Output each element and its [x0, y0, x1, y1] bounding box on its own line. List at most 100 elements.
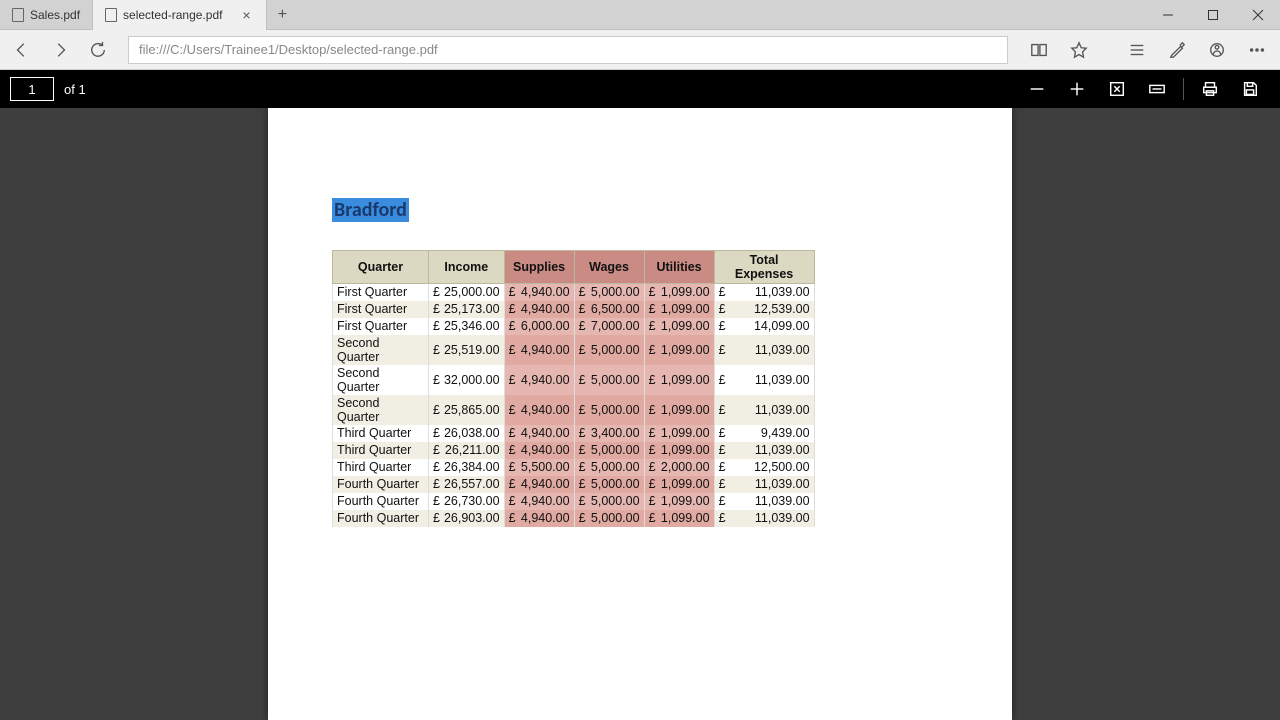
cell: £5,000.00 [574, 493, 644, 510]
cell: First Quarter [333, 318, 429, 335]
zoom-in-button[interactable] [1057, 70, 1097, 108]
cell: £1,099.00 [644, 365, 714, 395]
pdf-page: Bradford Quarter Income Supplies Wages U… [268, 108, 1012, 720]
cell: £26,038.00 [429, 425, 505, 442]
cell: £32,000.00 [429, 365, 505, 395]
cell: £1,099.00 [644, 493, 714, 510]
cell: Third Quarter [333, 425, 429, 442]
cell: £11,039.00 [714, 284, 814, 301]
table-row: Third Quarter£26,211.00£4,940.00£5,000.0… [333, 442, 815, 459]
th-quarter: Quarter [333, 251, 429, 284]
share-icon[interactable] [1200, 33, 1234, 67]
print-button[interactable] [1190, 70, 1230, 108]
cell: £26,211.00 [429, 442, 505, 459]
table-row: Fourth Quarter£26,730.00£4,940.00£5,000.… [333, 493, 815, 510]
cell: £5,500.00 [504, 459, 574, 476]
cell: Fourth Quarter [333, 476, 429, 493]
th-total: Total Expenses [714, 251, 814, 284]
cell: £11,039.00 [714, 493, 814, 510]
refresh-button[interactable] [82, 34, 114, 66]
cell: £6,500.00 [574, 301, 644, 318]
cell: Second Quarter [333, 365, 429, 395]
table-row: Third Quarter£26,384.00£5,500.00£5,000.0… [333, 459, 815, 476]
cell: £26,557.00 [429, 476, 505, 493]
cell: Third Quarter [333, 459, 429, 476]
close-window-button[interactable] [1235, 0, 1280, 30]
save-button[interactable] [1230, 70, 1270, 108]
table-row: Second Quarter£25,519.00£4,940.00£5,000.… [333, 335, 815, 365]
cell: Fourth Quarter [333, 510, 429, 527]
cell: £11,039.00 [714, 335, 814, 365]
cell: £4,940.00 [504, 493, 574, 510]
tab-label: Sales.pdf [30, 8, 80, 22]
more-icon[interactable] [1240, 33, 1274, 67]
cell: £4,940.00 [504, 284, 574, 301]
document-title: Bradford [332, 198, 409, 222]
th-wages: Wages [574, 251, 644, 284]
cell: £4,940.00 [504, 395, 574, 425]
cell: £26,384.00 [429, 459, 505, 476]
window-controls [1145, 0, 1280, 30]
reading-view-icon[interactable] [1022, 33, 1056, 67]
fit-page-button[interactable] [1097, 70, 1137, 108]
zoom-out-button[interactable] [1017, 70, 1057, 108]
page-number-input[interactable] [10, 77, 54, 101]
cell: £5,000.00 [574, 459, 644, 476]
cell: Fourth Quarter [333, 493, 429, 510]
table-row: Fourth Quarter£26,903.00£4,940.00£5,000.… [333, 510, 815, 527]
cell: First Quarter [333, 284, 429, 301]
tab-selected-range[interactable]: selected-range.pdf × [93, 0, 267, 30]
cell: £5,000.00 [574, 284, 644, 301]
cell: £4,940.00 [504, 335, 574, 365]
cell: £14,099.00 [714, 318, 814, 335]
cell: £3,400.00 [574, 425, 644, 442]
document-icon [12, 8, 24, 22]
favorite-icon[interactable] [1062, 33, 1096, 67]
back-button[interactable] [6, 34, 38, 66]
th-income: Income [429, 251, 505, 284]
cell: £5,000.00 [574, 395, 644, 425]
cell: £5,000.00 [574, 442, 644, 459]
url-input[interactable] [128, 36, 1008, 64]
cell: £11,039.00 [714, 510, 814, 527]
cell: £4,940.00 [504, 476, 574, 493]
cell: £1,099.00 [644, 318, 714, 335]
cell: £25,519.00 [429, 335, 505, 365]
cell: £9,439.00 [714, 425, 814, 442]
cell: £6,000.00 [504, 318, 574, 335]
cell: Third Quarter [333, 442, 429, 459]
minimize-button[interactable] [1145, 0, 1190, 30]
close-tab-icon[interactable]: × [238, 7, 254, 23]
cell: £25,000.00 [429, 284, 505, 301]
cell: £11,039.00 [714, 476, 814, 493]
cell: £1,099.00 [644, 301, 714, 318]
pdf-toolbar: of 1 [0, 70, 1280, 108]
table-row: Fourth Quarter£26,557.00£4,940.00£5,000.… [333, 476, 815, 493]
table-row: First Quarter£25,173.00£4,940.00£6,500.0… [333, 301, 815, 318]
address-bar [0, 30, 1280, 70]
tab-sales[interactable]: Sales.pdf [0, 0, 93, 30]
cell: £1,099.00 [644, 335, 714, 365]
new-tab-button[interactable]: + [267, 0, 297, 30]
cell: £5,000.00 [574, 335, 644, 365]
cell: £11,039.00 [714, 365, 814, 395]
fit-width-button[interactable] [1137, 70, 1177, 108]
maximize-button[interactable] [1190, 0, 1235, 30]
table-row: Second Quarter£25,865.00£4,940.00£5,000.… [333, 395, 815, 425]
cell: £26,903.00 [429, 510, 505, 527]
pdf-viewer[interactable]: Bradford Quarter Income Supplies Wages U… [0, 108, 1280, 720]
cell: First Quarter [333, 301, 429, 318]
forward-button[interactable] [44, 34, 76, 66]
hub-icon[interactable] [1120, 33, 1154, 67]
cell: £5,000.00 [574, 510, 644, 527]
cell: £5,000.00 [574, 365, 644, 395]
cell: £1,099.00 [644, 476, 714, 493]
cell: £7,000.00 [574, 318, 644, 335]
cell: £4,940.00 [504, 301, 574, 318]
cell: £11,039.00 [714, 442, 814, 459]
table-row: First Quarter£25,000.00£4,940.00£5,000.0… [333, 284, 815, 301]
cell: £4,940.00 [504, 510, 574, 527]
notes-icon[interactable] [1160, 33, 1194, 67]
tab-label: selected-range.pdf [123, 8, 222, 22]
cell: £26,730.00 [429, 493, 505, 510]
